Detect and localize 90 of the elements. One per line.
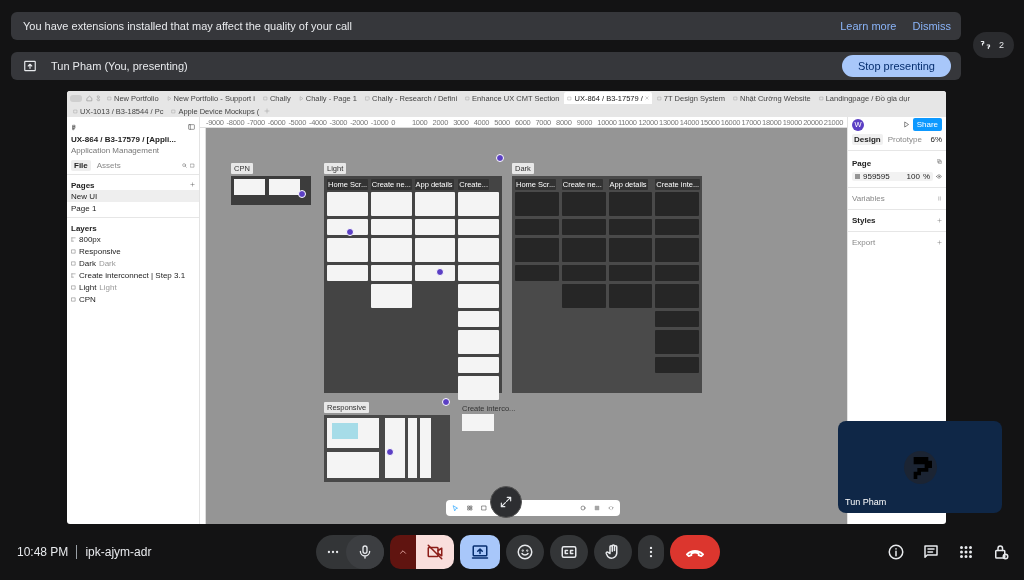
collaborator-avatar-icon <box>298 190 306 198</box>
layer-name[interactable]: 800px <box>79 234 101 244</box>
microphone-button[interactable] <box>346 535 384 569</box>
participant-name: Tun Pham <box>845 497 887 507</box>
layer-name[interactable]: Light <box>79 282 97 292</box>
collaborator-avatar-icon <box>436 268 444 276</box>
phone-hangup-icon <box>686 547 704 557</box>
grid-icon[interactable] <box>467 505 473 511</box>
smiley-icon <box>516 543 534 561</box>
play-icon[interactable] <box>902 121 910 128</box>
info-icon[interactable] <box>887 543 905 561</box>
component-drawing <box>234 179 300 195</box>
page-item[interactable]: Page 1 <box>67 202 199 214</box>
more-options-button[interactable] <box>638 535 664 569</box>
layer-name[interactable]: Dark <box>79 258 96 268</box>
circle-icon[interactable] <box>580 505 586 511</box>
warning-message: You have extensions installed that may affect the quality of your call <box>23 20 353 32</box>
hash-icon[interactable] <box>594 505 600 511</box>
collaborator-avatar-icon <box>442 398 450 406</box>
microphone-icon <box>357 544 373 560</box>
avatar-icon <box>904 451 937 484</box>
page-item[interactable]: New UI <box>67 190 199 202</box>
camera-off-icon <box>426 543 444 561</box>
meeting-code: ipk-ajym-adr <box>85 545 152 559</box>
search-icon[interactable] <box>182 162 187 168</box>
note-icon <box>365 95 371 101</box>
project-name: Application Management <box>71 145 160 155</box>
panel-tab[interactable]: Assets <box>93 159 124 171</box>
collaborator-avatar-icon <box>386 448 394 456</box>
sidebar-icon[interactable] <box>188 124 195 130</box>
pages-heading: Pages <box>71 181 95 190</box>
figma-menu-icon[interactable] <box>71 123 77 131</box>
section-heading: Variables <box>852 194 885 203</box>
presenter-label: Tun Pham (You, presenting) <box>51 60 189 72</box>
speech-marks-icon <box>979 39 993 51</box>
opacity-value: 100 <box>906 172 920 181</box>
eye-icon[interactable] <box>936 174 942 179</box>
present-screen-icon <box>471 543 489 561</box>
styles-icon[interactable] <box>937 159 942 164</box>
layer-variant: Light <box>99 282 117 292</box>
frame-thumbnail <box>462 414 494 431</box>
chat-icon[interactable] <box>922 543 940 561</box>
collaborator-avatar-icon <box>346 228 354 236</box>
percent-sign: % <box>922 172 930 181</box>
cursor-icon[interactable] <box>452 504 459 512</box>
play-icon <box>298 95 304 101</box>
fill-field[interactable]: 959595 100 % <box>852 172 933 181</box>
emoji-button[interactable] <box>506 535 544 569</box>
dismiss-link[interactable]: Dismiss <box>912 20 951 32</box>
file-title[interactable]: UX-864 / B3-17579 / [Appli... <box>71 134 176 144</box>
library-icon[interactable] <box>190 162 195 168</box>
stop-presenting-button[interactable]: Stop presenting <box>841 55 951 77</box>
clock-time: 10:48 PM <box>17 545 69 559</box>
hex-value: 959595 <box>863 172 890 181</box>
section-icon <box>71 272 76 278</box>
component-icon[interactable] <box>95 94 102 102</box>
captions-icon <box>560 543 578 561</box>
add-icon[interactable] <box>937 218 942 223</box>
layer-name[interactable]: Create interconnect | Step 3.1 <box>79 270 186 280</box>
caret-up-icon <box>398 547 408 557</box>
section-heading: Export <box>852 238 876 247</box>
leave-call-button[interactable] <box>670 535 720 569</box>
collaborator-avatar-icon <box>496 154 504 162</box>
camera-button[interactable] <box>416 535 454 569</box>
present-button[interactable] <box>460 535 500 569</box>
layer-variant: Dark <box>98 258 116 268</box>
inspector-tab[interactable]: Prototype <box>885 134 924 145</box>
add-icon[interactable] <box>937 240 942 245</box>
learn-more-link[interactable]: Learn more <box>840 20 897 32</box>
section-icon <box>71 236 76 242</box>
play-icon <box>166 95 172 101</box>
add-icon[interactable] <box>190 181 195 187</box>
color-swatch <box>855 174 860 179</box>
zoom-level[interactable]: 6% <box>930 135 942 144</box>
participants-button[interactable]: 2 <box>973 32 1014 58</box>
panel-tab[interactable]: File <box>71 159 91 171</box>
captions-button[interactable] <box>550 535 588 569</box>
apps-icon[interactable] <box>957 543 975 561</box>
raise-hand-button[interactable] <box>594 535 632 569</box>
participant-count: 2 <box>999 40 1004 50</box>
inspector-tab[interactable]: Design <box>852 134 883 145</box>
layer-name[interactable]: CPN <box>79 294 96 304</box>
page-heading: Page <box>852 158 872 168</box>
layer-name[interactable]: Responsive <box>79 246 121 256</box>
home-icon[interactable] <box>86 94 93 102</box>
host-controls-icon[interactable] <box>992 543 1010 561</box>
section-heading: Styles <box>852 216 876 225</box>
expand-icon <box>499 495 513 509</box>
present-screen-icon <box>23 59 37 73</box>
layers-heading: Layers <box>71 224 97 233</box>
